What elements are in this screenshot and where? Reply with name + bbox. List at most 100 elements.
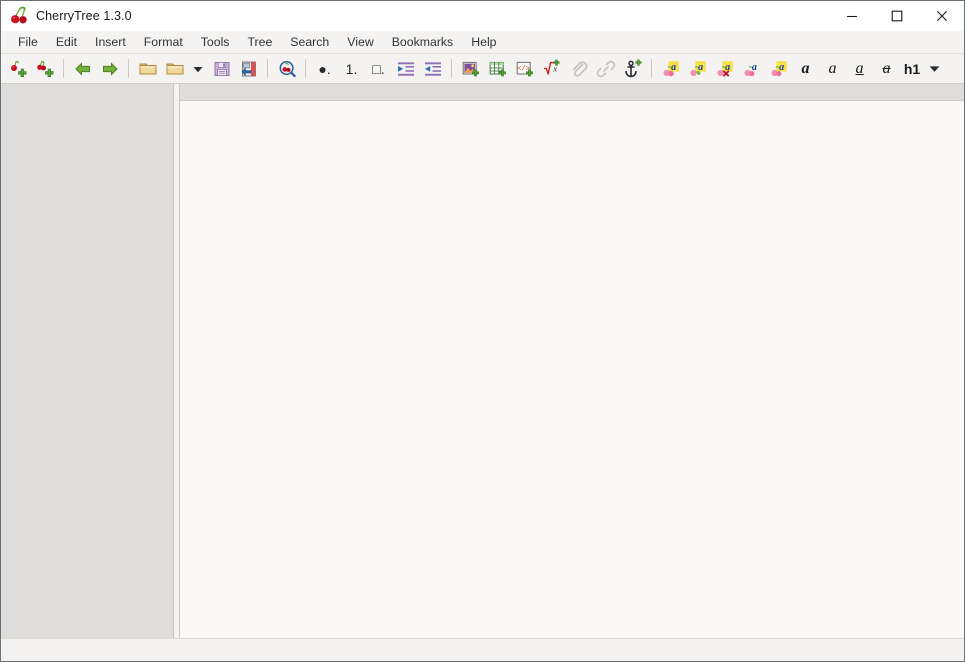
cherrytree-window: CherryTree 1.3.0 File Edit Insert Format… — [0, 0, 965, 662]
remove-formatting-icon: a — [717, 60, 733, 77]
close-button[interactable] — [919, 1, 964, 31]
menu-search[interactable]: Search — [281, 33, 338, 52]
insert-table-icon — [489, 61, 506, 76]
decrease-indent-button[interactable] — [419, 56, 446, 82]
remove-formatting-button[interactable]: a — [711, 56, 738, 82]
add-node-icon — [10, 60, 26, 77]
go-back-button[interactable] — [69, 56, 96, 82]
close-icon — [936, 11, 947, 21]
title-bar: CherryTree 1.3.0 — [1, 1, 964, 31]
italic-button[interactable]: a — [819, 56, 846, 82]
foreground-color-button[interactable]: a — [657, 56, 684, 82]
find-cherry-icon — [279, 60, 296, 77]
go-forward-button[interactable] — [96, 56, 123, 82]
heading-h1-button[interactable]: h1 — [900, 56, 924, 82]
indent-decrease-icon — [424, 61, 441, 76]
main-toolbar: ●. 1. □. </> x a a a a a a a a a h1 — [1, 54, 964, 84]
menu-file[interactable]: File — [9, 33, 47, 52]
heading-h1-icon: h1 — [903, 60, 921, 77]
menu-bar: File Edit Insert Format Tools Tree Searc… — [1, 31, 964, 54]
cherries-icon — [11, 6, 27, 24]
menu-insert[interactable]: Insert — [86, 33, 135, 52]
node-tree-panel[interactable] — [1, 84, 174, 638]
insert-anchor-icon — [624, 59, 642, 77]
main-content-area — [1, 84, 964, 638]
bold-button[interactable]: a — [792, 56, 819, 82]
save-button[interactable] — [208, 56, 235, 82]
svg-text:x: x — [552, 64, 557, 73]
insert-image-icon — [462, 61, 479, 76]
save-as-icon — [241, 61, 256, 76]
toolbar-separator — [305, 59, 306, 78]
insert-formula-button[interactable]: x — [538, 56, 565, 82]
background-color-icon: a — [690, 60, 706, 76]
numbered-list-button[interactable]: 1. — [338, 56, 365, 82]
arrow-right-icon — [102, 61, 118, 76]
menu-tree[interactable]: Tree — [238, 33, 281, 52]
maximize-icon — [891, 10, 902, 22]
menu-tools[interactable]: Tools — [192, 33, 239, 52]
insert-anchor-button[interactable] — [619, 56, 646, 82]
menu-help[interactable]: Help — [462, 33, 505, 52]
toolbar-separator — [651, 59, 652, 78]
numbered-list-icon: 1. — [345, 60, 358, 77]
insert-formula-icon: x — [543, 59, 560, 75]
underline-button[interactable]: a — [846, 56, 873, 82]
save-icon — [214, 61, 229, 76]
strikethrough-icon: a — [882, 59, 891, 77]
menu-edit[interactable]: Edit — [47, 33, 86, 52]
minimize-button[interactable] — [829, 1, 874, 31]
color-picker-icon: a — [744, 62, 756, 76]
toolbar-separator — [63, 59, 64, 78]
toolbar-separator — [267, 59, 268, 78]
window-title: CherryTree 1.3.0 — [36, 9, 132, 23]
rich-text-editor[interactable] — [180, 101, 964, 638]
underline-icon: a — [855, 59, 864, 77]
add-node-button[interactable] — [4, 56, 31, 82]
open-recent-button[interactable] — [161, 56, 188, 82]
insert-link-button[interactable] — [592, 56, 619, 82]
italic-icon: a — [828, 59, 837, 77]
save-as-button[interactable] — [235, 56, 262, 82]
highlight-button[interactable]: a — [765, 56, 792, 82]
menu-format[interactable]: Format — [135, 33, 192, 52]
menu-bookmarks[interactable]: Bookmarks — [383, 33, 463, 52]
editor-header-strip — [180, 84, 964, 101]
todo-list-icon: □. — [372, 60, 385, 77]
add-subnode-icon — [36, 60, 53, 77]
toolbar-overflow-icon — [929, 66, 939, 72]
increase-indent-button[interactable] — [392, 56, 419, 82]
toolbar-overflow-button[interactable] — [924, 56, 944, 82]
toolbar-separator — [451, 59, 452, 78]
foreground-color-icon: a — [663, 60, 679, 76]
color-picker-button[interactable]: a — [738, 56, 765, 82]
todo-list-button[interactable]: □. — [365, 56, 392, 82]
minimize-icon — [846, 15, 857, 18]
attach-file-button[interactable] — [565, 56, 592, 82]
folder-open-icon — [139, 63, 156, 74]
indent-increase-icon — [397, 61, 414, 76]
add-subnode-button[interactable] — [31, 56, 58, 82]
highlight-icon: a — [771, 60, 787, 76]
recent-documents-dropdown[interactable] — [188, 56, 208, 82]
status-bar — [1, 638, 964, 661]
find-button[interactable] — [273, 56, 300, 82]
insert-table-button[interactable] — [484, 56, 511, 82]
insert-codebox-icon: </> — [516, 61, 533, 76]
insert-link-icon — [596, 60, 615, 77]
strikethrough-button[interactable]: a — [873, 56, 900, 82]
insert-image-button[interactable] — [457, 56, 484, 82]
window-controls — [829, 1, 964, 31]
open-file-button[interactable] — [134, 56, 161, 82]
menu-view[interactable]: View — [338, 33, 382, 52]
folder-recent-icon — [166, 63, 183, 74]
toolbar-separator — [128, 59, 129, 78]
insert-codebox-button[interactable]: </> — [511, 56, 538, 82]
editor-panel — [179, 84, 964, 638]
background-color-button[interactable]: a — [684, 56, 711, 82]
maximize-button[interactable] — [874, 1, 919, 31]
arrow-left-icon — [74, 61, 90, 76]
bold-icon: a — [801, 59, 810, 77]
bulleted-list-button[interactable]: ●. — [311, 56, 338, 82]
chevron-down-icon — [193, 66, 203, 72]
